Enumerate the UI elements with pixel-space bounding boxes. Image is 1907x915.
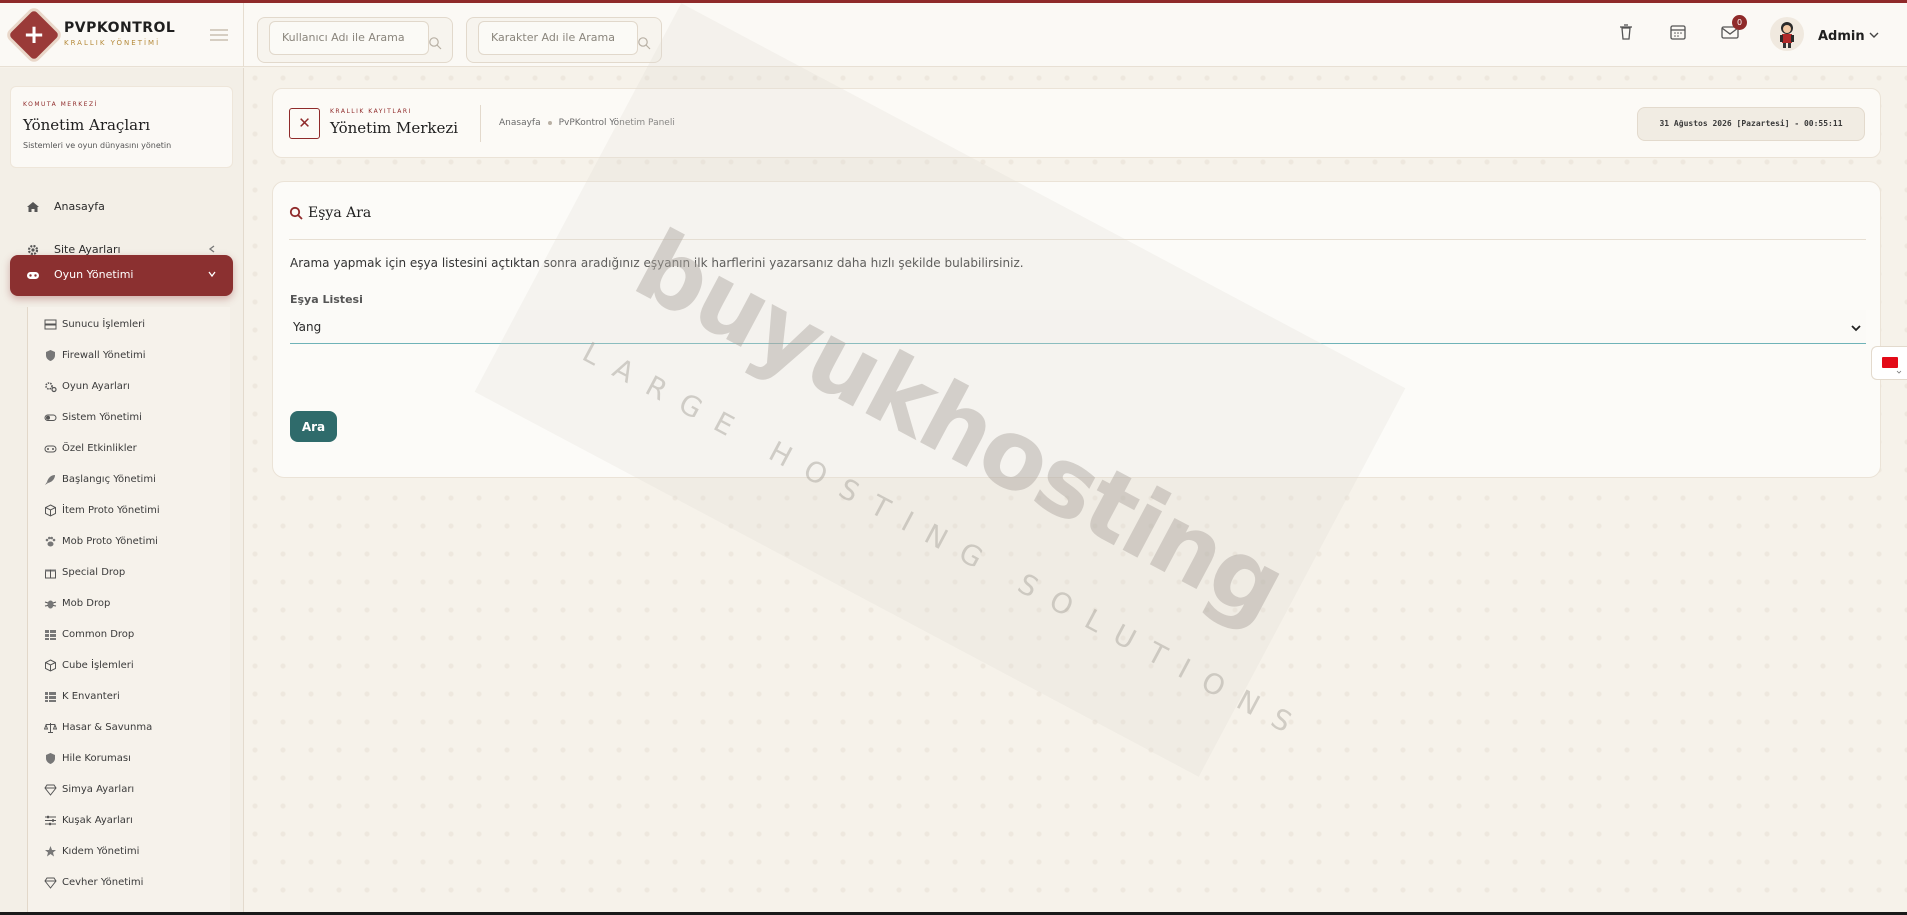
page-title: Yönetim Merkezi [330, 119, 459, 137]
chevron-left-icon [208, 245, 215, 253]
scale-icon [44, 723, 57, 733]
top-header: + PVPKONTROL KRALLIK YÖNETİMİ Kullanıcı … [0, 3, 1907, 67]
submenu-label: Cevher Yönetimi [62, 877, 144, 888]
mail-count-badge: 0 [1732, 15, 1747, 30]
logo-plus-icon: + [23, 20, 45, 50]
search-icon[interactable] [428, 36, 442, 50]
list-icon [45, 692, 56, 702]
submenu-label: İtem Proto Yönetimi [62, 505, 160, 516]
cube-icon [45, 659, 56, 672]
card-title: Eşya Ara [308, 205, 372, 221]
submenu-label: Hasar & Savunma [62, 722, 153, 733]
shield-icon [46, 753, 55, 764]
game-management-submenu: Sunucu İşlemleri Firewall Yönetimi Oyun … [27, 307, 230, 915]
brand[interactable]: + PVPKONTROL KRALLIK YÖNETİMİ [0, 3, 244, 67]
sidebar-item-label: Oyun Yönetimi [54, 268, 134, 281]
submenu-label: Sistem Yönetimi [62, 412, 142, 423]
datetime-display: 31 Ağustos 2026 [Pazartesi] - 00:55:11 [1637, 107, 1865, 141]
submenu-label: Special Drop [62, 567, 126, 578]
command-center-title: Yönetim Araçları [23, 116, 151, 134]
calendar-icon[interactable] [1667, 21, 1689, 43]
turkey-flag-icon [1882, 357, 1898, 368]
submenu-label: Common Drop [62, 629, 135, 640]
breadcrumb: ✕ KRALLIK KAYITLARI Yönetim Merkezi Anas… [272, 88, 1881, 158]
item-list-selected-value: Yang [293, 320, 322, 334]
command-center-card: KOMUTA MERKEZİ Yönetim Araçları Sistemle… [10, 86, 233, 168]
toggle-icon [44, 414, 57, 421]
user-search-box: Kullanıcı Adı ile Arama [257, 17, 453, 63]
brand-name: PVPKONTROL [64, 20, 176, 36]
sidebar-item-game-management[interactable]: Oyun Yönetimi [10, 255, 233, 296]
submenu-label: Simya Ayarları [62, 784, 135, 795]
chevron-down-icon [208, 271, 216, 278]
submenu-label: Oyun Ayarları [62, 381, 130, 392]
bug-icon [44, 600, 57, 609]
gamepad-icon [44, 445, 57, 453]
submenu-label: Başlangıç Yönetimi [62, 474, 156, 485]
gamepad-icon [27, 272, 39, 279]
gift-icon [45, 569, 56, 579]
submenu-label: K Envanteri [62, 691, 120, 702]
shield-icon [46, 350, 55, 361]
character-search-input[interactable]: Karakter Adı ile Arama [478, 21, 638, 55]
chevron-down-icon [1896, 370, 1902, 374]
language-selector[interactable] [1871, 346, 1907, 380]
submenu-label: Cube İşlemleri [62, 660, 134, 671]
item-list-label: Eşya Listesi [290, 293, 363, 306]
home-icon [27, 202, 39, 212]
admin-name[interactable]: Admin [1818, 29, 1865, 44]
user-search-input[interactable]: Kullanıcı Adı ile Arama [269, 21, 429, 55]
brand-tagline: KRALLIK YÖNETİMİ [64, 39, 161, 47]
rocket-icon [45, 475, 55, 485]
breadcrumb-dot [547, 120, 552, 125]
gem-icon [44, 784, 57, 796]
cogs-icon [45, 382, 57, 393]
breadcrumb-home-link[interactable]: Anasayfa [499, 118, 541, 128]
breadcrumb-divider [480, 105, 481, 142]
submenu-label: Hile Koruması [62, 753, 131, 764]
chevron-down-icon [1851, 325, 1861, 332]
gem-icon [44, 877, 57, 889]
submenu-label: Firewall Yönetimi [62, 350, 146, 361]
sidebar: KOMUTA MERKEZİ Yönetim Araçları Sistemle… [0, 68, 244, 915]
menu-toggle-icon[interactable] [210, 29, 228, 41]
cube-icon [45, 504, 56, 517]
breadcrumb-eyebrow: KRALLIK KAYITLARI [330, 108, 412, 115]
chevron-down-icon[interactable] [1868, 29, 1880, 41]
search-icon[interactable] [637, 36, 651, 50]
sliders-icon [45, 815, 56, 826]
command-center-subtitle: Sistemleri ve oyun dünyasını yönetin [23, 141, 172, 150]
character-search-box: Karakter Adı ile Arama [466, 17, 662, 63]
avatar[interactable] [1770, 17, 1804, 51]
sidebar-item-home[interactable]: Anasayfa [10, 187, 233, 227]
submenu-label: Mob Proto Yönetimi [62, 536, 158, 547]
paw-icon [45, 536, 56, 547]
command-center-eyebrow: KOMUTA MERKEZİ [23, 101, 98, 108]
sidebar-item-label: Anasayfa [54, 200, 105, 213]
submenu-label: Kıdem Yönetimi [62, 846, 140, 857]
grid-icon [45, 630, 56, 640]
server-icon [44, 319, 57, 330]
search-button[interactable]: Ara [290, 411, 337, 442]
submenu-label: Kuşak Ayarları [62, 815, 133, 826]
submenu-label: Sunucu İşlemleri [62, 319, 146, 330]
star-icon [45, 846, 56, 857]
submenu-label: Özel Etkinlikler [62, 443, 137, 454]
trash-icon[interactable] [1615, 21, 1637, 43]
close-icon[interactable]: ✕ [289, 108, 320, 139]
search-icon [289, 206, 303, 220]
submenu-label: Mob Drop [62, 598, 111, 609]
